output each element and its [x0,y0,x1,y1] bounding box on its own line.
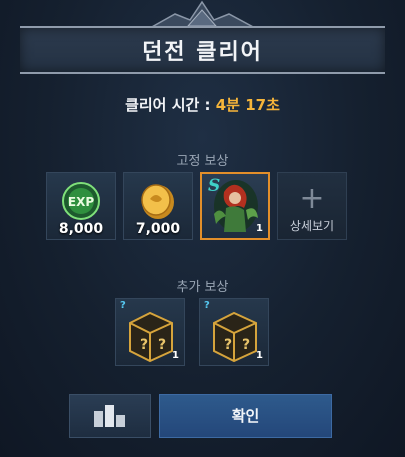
title-banner: 던전 클리어 [20,26,385,74]
svg-text:?: ? [224,337,232,353]
detail-view-button[interactable]: + 상세보기 [277,172,347,240]
reward-slot-gold[interactable]: 7,000 [123,172,193,240]
fixed-reward-label: 고정 보상 [176,154,229,169]
gold-coin-icon [141,184,174,219]
exp-orb-icon: EXP [62,182,100,220]
ranking-bars-icon [94,405,125,427]
extra-reward-label: 추가 보상 [176,280,229,295]
box-question-mark: ? [120,300,126,311]
clear-time: 클리어 시간 : 4분 17초 [0,94,405,115]
confirm-button[interactable]: 확인 [159,394,332,438]
reward-slot-box-2[interactable]: ? ? ? 1 [199,298,269,366]
reward-slot-box-1[interactable]: ? ? ? 1 [115,298,185,366]
box-count: 1 [256,350,263,361]
reward-slot-exp[interactable]: EXP 8,000 [46,172,116,240]
exp-quantity: 8,000 [58,221,104,237]
svg-text:?: ? [158,337,166,353]
clear-time-seconds: 17초 [245,96,280,114]
detail-view-label: 상세보기 [289,219,335,233]
svg-text:?: ? [242,337,250,353]
box-question-mark: ? [204,300,210,311]
reward-slot-character[interactable]: S 1 [200,172,270,240]
clear-time-label: 클리어 시간 : [125,96,216,114]
box-count: 1 [172,350,179,361]
grade-badge: S [208,176,221,196]
svg-text:?: ? [140,337,148,353]
gold-quantity: 7,000 [135,221,181,237]
plus-icon: + [299,181,325,216]
clear-time-minutes: 4분 [215,96,240,114]
ranking-button[interactable] [69,394,151,438]
character-count: 1 [256,223,263,234]
svg-text:EXP: EXP [68,195,94,209]
page-title: 던전 클리어 [142,40,263,65]
